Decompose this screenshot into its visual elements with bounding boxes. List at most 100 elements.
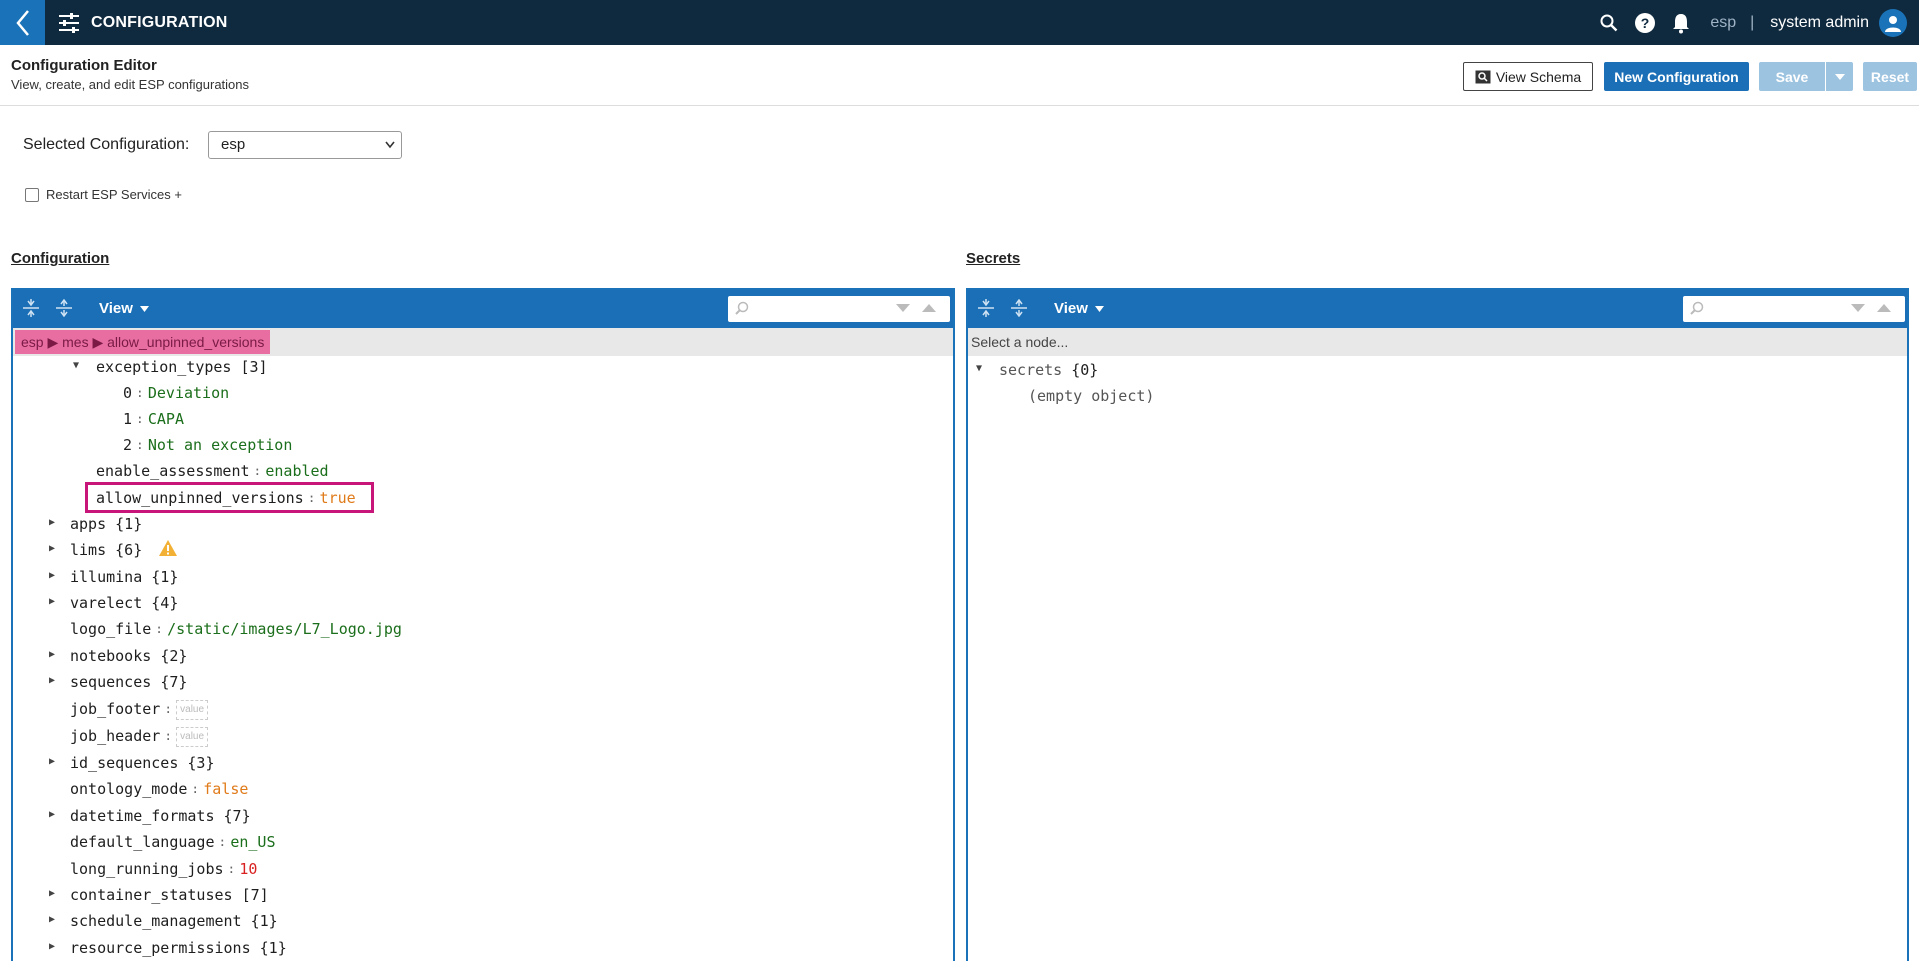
sliders-icon bbox=[55, 9, 83, 37]
tree-node[interactable]: datetime_formats {7} bbox=[70, 805, 251, 827]
expand-caret-icon[interactable]: ▶ bbox=[49, 756, 55, 767]
selected-configuration-label: Selected Configuration: bbox=[23, 136, 190, 153]
new-configuration-button[interactable]: New Configuration bbox=[1604, 62, 1749, 91]
warning-icon bbox=[159, 539, 178, 562]
reset-button[interactable]: Reset bbox=[1863, 62, 1917, 91]
restart-services-checkbox[interactable] bbox=[25, 187, 39, 202]
tree-node[interactable]: long_running_jobs ∶ 10 bbox=[70, 858, 257, 880]
tree-node[interactable]: job_header ∶ value bbox=[70, 725, 209, 747]
expand-all-icon[interactable] bbox=[54, 298, 74, 318]
tree-node[interactable]: container_statuses [7] bbox=[70, 884, 269, 906]
select-node-hint: Select a node... bbox=[971, 334, 1069, 350]
expand-caret-icon[interactable]: ▶ bbox=[49, 941, 55, 952]
node-count: {7} bbox=[223, 807, 251, 825]
search-next-button[interactable] bbox=[896, 304, 910, 312]
page-header: Configuration Editor View, create, and e… bbox=[0, 45, 1919, 106]
node-value[interactable]: 10 bbox=[239, 860, 257, 878]
tree-node[interactable]: 2 ∶ Not an exception bbox=[123, 434, 292, 456]
page-subtitle: View, create, and edit ESP configuration… bbox=[11, 77, 250, 92]
collapse-all-icon[interactable] bbox=[21, 298, 41, 318]
expand-caret-icon[interactable]: ▶ bbox=[49, 517, 55, 528]
node-key: 0 bbox=[123, 384, 133, 402]
expand-caret-icon[interactable]: ▶ bbox=[49, 888, 55, 899]
tree-node[interactable]: varelect {4} bbox=[70, 592, 178, 614]
node-value[interactable]: enabled bbox=[265, 462, 328, 480]
collapse-caret-icon[interactable]: ▼ bbox=[73, 360, 79, 371]
node-key: ontology_mode bbox=[70, 780, 188, 798]
breadcrumb[interactable]: esp ▶ mes ▶ allow_unpinned_versions bbox=[15, 330, 271, 354]
tenant-name: esp bbox=[1710, 13, 1737, 31]
tree-node[interactable]: enable_assessment ∶ enabled bbox=[96, 460, 329, 482]
search-next-button[interactable] bbox=[1851, 304, 1865, 312]
tree-node[interactable]: illumina {1} bbox=[70, 566, 178, 588]
tree-node[interactable]: 0 ∶ Deviation bbox=[123, 382, 229, 404]
save-button[interactable]: Save bbox=[1759, 62, 1825, 91]
tree-node[interactable]: lims {6} bbox=[70, 539, 178, 562]
view-schema-button[interactable]: View Schema bbox=[1463, 62, 1593, 91]
configuration-search-input[interactable] bbox=[754, 299, 894, 319]
tree-node[interactable]: exception_types [3] bbox=[96, 356, 268, 378]
expand-caret-icon[interactable]: ▶ bbox=[49, 675, 55, 686]
expand-caret-icon[interactable]: ▶ bbox=[49, 570, 55, 581]
tree-node[interactable]: ontology_mode ∶ false bbox=[70, 778, 248, 800]
search-previous-button[interactable] bbox=[1877, 304, 1891, 312]
tree-node[interactable]: id_sequences {3} bbox=[70, 752, 215, 774]
tree-node[interactable]: resource_permissions {1} bbox=[70, 937, 287, 959]
node-key: 2 bbox=[123, 436, 133, 454]
back-button[interactable] bbox=[0, 0, 45, 45]
node-value[interactable]: Not an exception bbox=[148, 436, 293, 454]
expand-caret-icon[interactable]: ▶ bbox=[49, 543, 55, 554]
expand-caret-icon[interactable]: ▶ bbox=[49, 809, 55, 820]
restart-services-toggle[interactable]: Restart ESP Services + bbox=[25, 187, 182, 202]
bell-icon[interactable] bbox=[1668, 10, 1694, 36]
node-count: {2} bbox=[160, 647, 188, 665]
view-menu[interactable]: View bbox=[99, 300, 150, 317]
expand-caret-icon[interactable]: ▶ bbox=[49, 914, 55, 925]
configuration-select-value: esp bbox=[221, 136, 246, 153]
save-dropdown-button[interactable] bbox=[1826, 62, 1853, 91]
node-value[interactable]: CAPA bbox=[148, 410, 184, 428]
view-menu-label: View bbox=[99, 300, 133, 317]
breadcrumb-bar: esp ▶ mes ▶ allow_unpinned_versions bbox=[13, 328, 953, 356]
expand-caret-icon[interactable]: ▶ bbox=[49, 649, 55, 660]
tree-node[interactable]: default_language ∶ en_US bbox=[70, 831, 275, 853]
app-title: CONFIGURATION bbox=[91, 13, 228, 31]
node-key: datetime_formats bbox=[70, 807, 215, 825]
collapse-all-icon[interactable] bbox=[976, 298, 996, 318]
collapse-caret-icon[interactable]: ▼ bbox=[976, 363, 982, 374]
expand-all-icon[interactable] bbox=[1009, 298, 1029, 318]
tree-node[interactable]: job_footer ∶ value bbox=[70, 698, 209, 720]
tree-node[interactable]: schedule_management {1} bbox=[70, 910, 278, 932]
secrets-search-input[interactable] bbox=[1709, 299, 1849, 319]
username[interactable]: system admin bbox=[1770, 14, 1869, 32]
node-value-empty[interactable]: value bbox=[176, 726, 209, 747]
tree-node[interactable]: logo_file ∶/static/images/L7_Logo.jpg bbox=[70, 618, 402, 640]
node-key: logo_file bbox=[70, 620, 152, 638]
restart-services-label: Restart ESP Services + bbox=[46, 187, 182, 202]
tree-node[interactable]: sequences {7} bbox=[70, 671, 187, 693]
search-icon bbox=[1690, 301, 1704, 315]
search-icon[interactable] bbox=[1596, 10, 1622, 36]
svg-text:?: ? bbox=[1641, 15, 1650, 31]
configuration-search-box bbox=[728, 296, 950, 322]
node-value[interactable]: /static/images/L7_Logo.jpg bbox=[167, 620, 402, 638]
configuration-select[interactable]: esp bbox=[208, 131, 402, 159]
empty-object-text: (empty object) bbox=[1028, 387, 1155, 405]
tree-node[interactable]: apps {1} bbox=[70, 513, 142, 535]
tree-node[interactable]: secrets {0} bbox=[999, 359, 1098, 381]
configuration-section-title: Configuration bbox=[11, 250, 110, 267]
node-key: 1 bbox=[123, 410, 133, 428]
node-value-empty[interactable]: value bbox=[176, 699, 209, 720]
node-value[interactable]: Deviation bbox=[148, 384, 229, 402]
avatar[interactable] bbox=[1879, 8, 1907, 37]
view-menu[interactable]: View bbox=[1054, 300, 1105, 317]
node-value[interactable]: en_US bbox=[230, 833, 275, 851]
node-value[interactable]: false bbox=[203, 780, 248, 798]
tree-node[interactable]: 1 ∶ CAPA bbox=[123, 408, 184, 430]
node-key: varelect bbox=[70, 594, 143, 612]
help-icon[interactable]: ? bbox=[1632, 10, 1658, 36]
search-previous-button[interactable] bbox=[922, 304, 936, 312]
expand-caret-icon[interactable]: ▶ bbox=[49, 596, 55, 607]
chevron-left-icon bbox=[15, 9, 29, 36]
tree-node[interactable]: notebooks {2} bbox=[70, 645, 187, 667]
